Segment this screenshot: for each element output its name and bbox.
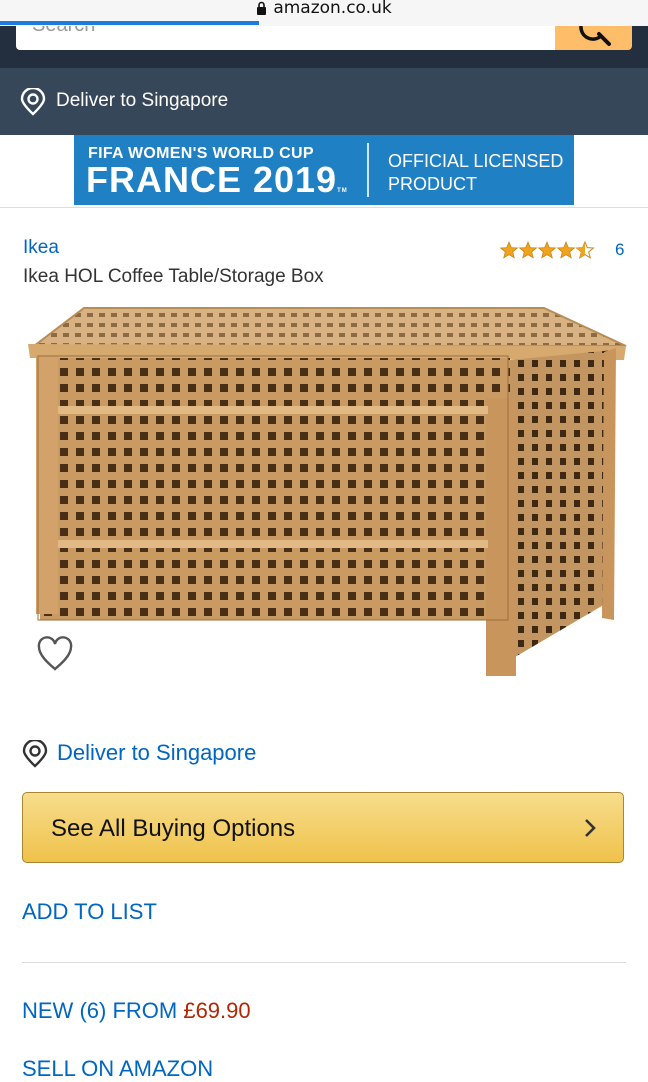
banner-line-2: FRANCE 2019TM [86,159,348,200]
section-divider [0,207,648,208]
url-display[interactable]: amazon.co.uk [0,0,648,18]
button-label: See All Buying Options [51,815,296,842]
banner-right-line-2: PRODUCT [388,174,477,194]
section-divider [22,962,626,963]
product-title: Ikea HOL Coffee Table/Storage Box [23,266,324,287]
search-placeholder: Search [32,26,95,37]
sell-on-amazon-link[interactable]: SELL ON AMAZON [22,1056,213,1082]
lock-icon [257,1,267,15]
banner-tm: TM [337,188,348,194]
deliver-location-bar[interactable]: Deliver to Singapore [0,68,648,135]
fifa-promo-banner[interactable]: FIFA WOMEN'S WORLD CUP FRANCE 2019TM OFF… [74,135,574,205]
deliver-to-link[interactable]: Deliver to Singapore [22,738,256,773]
heart-icon[interactable] [36,636,74,672]
star-icon [500,241,518,259]
deliver-to-label: Deliver to Singapore [56,90,229,111]
banner-right-line-1: OFFICIAL LICENSED [388,151,564,171]
location-pin-icon [20,88,46,116]
star-icon [557,241,575,259]
half-star-icon [576,241,594,259]
page-load-progress [0,21,260,25]
offers-price: £69.90 [183,998,251,1023]
see-all-buying-options-button[interactable]: See All Buying Options [22,792,624,863]
add-to-list-link[interactable]: ADD TO LIST [22,899,157,925]
search-button[interactable] [555,25,632,50]
new-offers-link[interactable]: NEW (6) FROM £69.90 [22,998,251,1024]
banner-divider [367,143,369,197]
site-header: Search [0,25,648,68]
search-input[interactable]: Search [16,26,556,50]
product-image[interactable] [24,300,628,680]
star-icon [538,241,556,259]
brand-link[interactable]: Ikea [23,237,59,259]
review-count[interactable]: 6 [615,240,624,260]
search-icon [579,25,611,46]
url-text: amazon.co.uk [273,0,392,18]
star-icon [519,241,537,259]
star-rating[interactable] [500,240,596,265]
location-pin-icon [22,738,48,768]
deliver-to-label: Deliver to Singapore [57,740,257,765]
browser-url-bar[interactable]: amazon.co.uk [0,0,648,27]
offers-label: NEW (6) FROM [22,998,178,1023]
chevron-right-icon [585,819,596,837]
